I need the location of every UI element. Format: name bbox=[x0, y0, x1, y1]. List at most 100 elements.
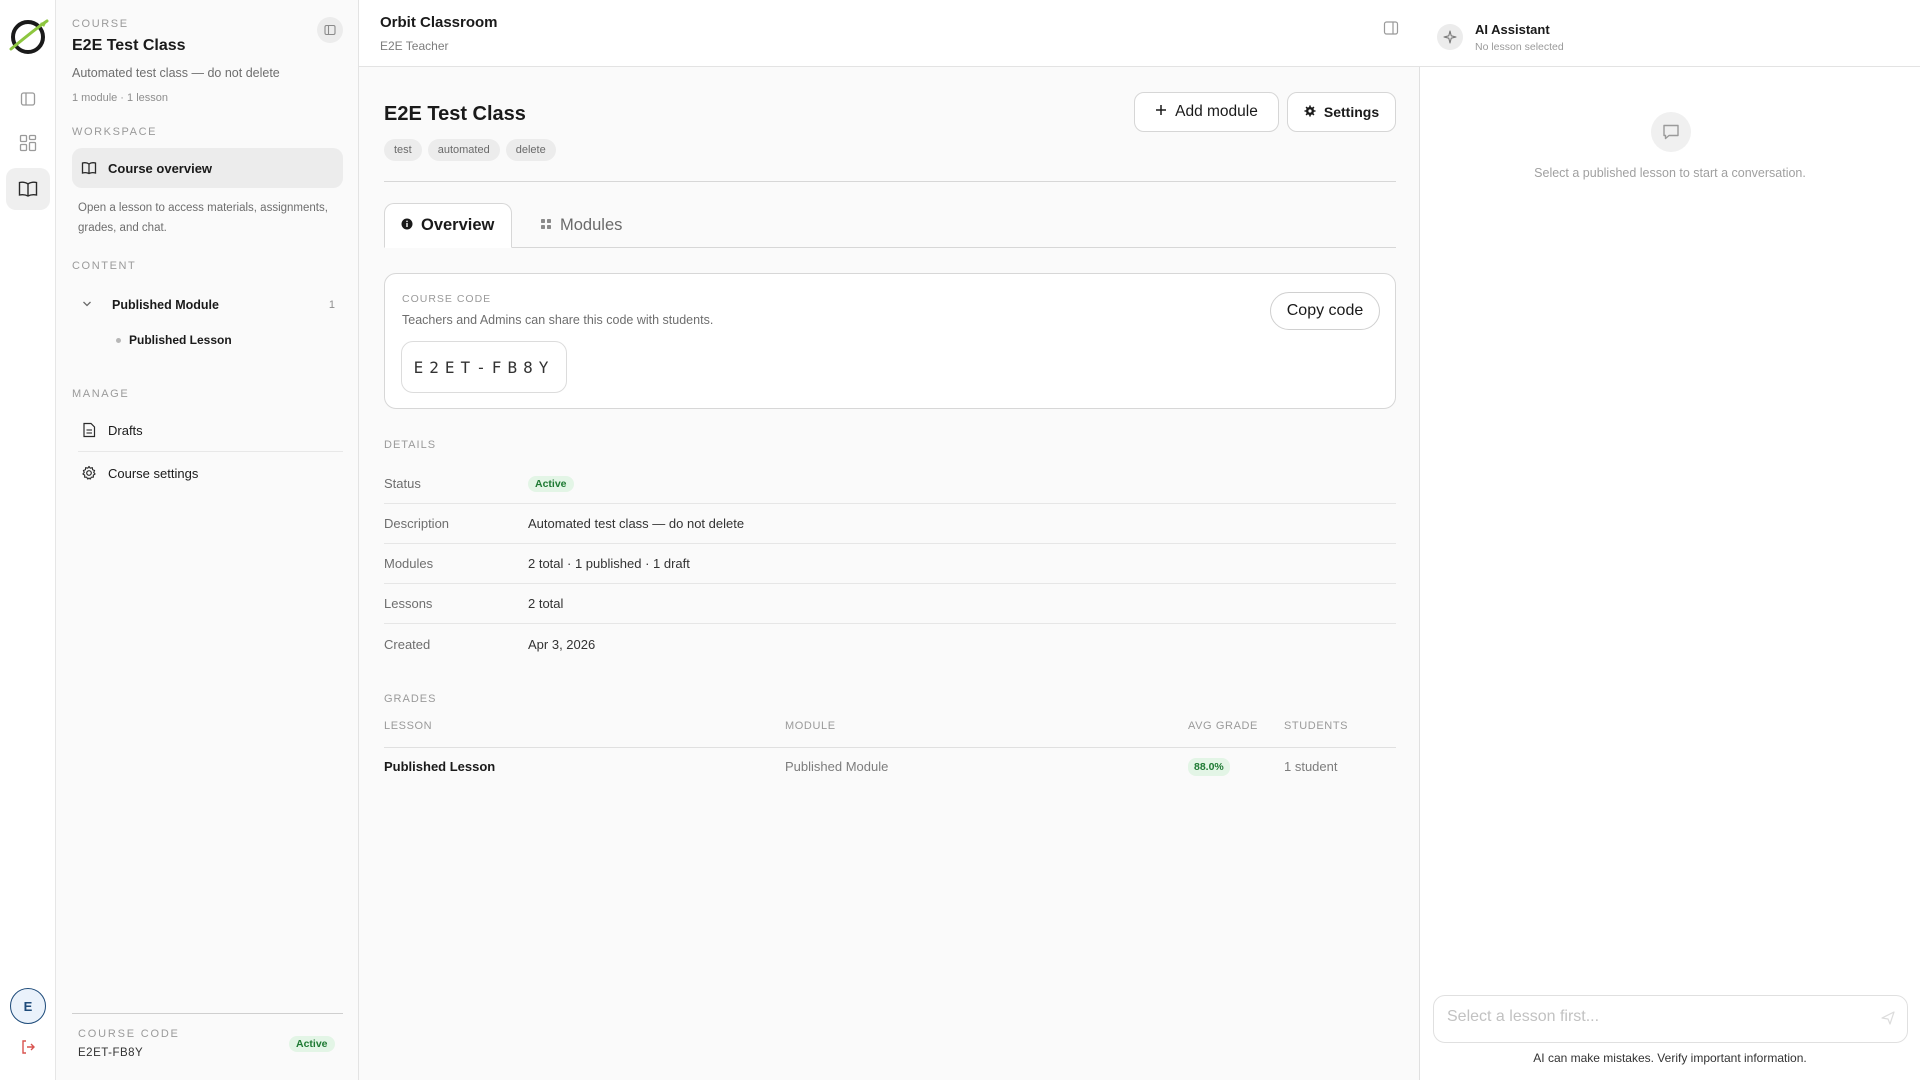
sidebar-item-course-overview[interactable]: Course overview bbox=[72, 148, 343, 188]
chat-input-box bbox=[1433, 995, 1908, 1043]
tag: test bbox=[384, 139, 422, 161]
status-badge: Active bbox=[289, 1036, 335, 1052]
detail-value: Automated test class — do not delete bbox=[528, 516, 745, 531]
bullet-dot-icon bbox=[116, 337, 121, 343]
collapse-sidebar-icon[interactable] bbox=[317, 17, 343, 43]
ai-panel-title: AI Assistant bbox=[1475, 22, 1550, 37]
tab-modules[interactable]: Modules bbox=[524, 203, 638, 248]
lesson-item[interactable]: Published Lesson bbox=[116, 333, 232, 347]
help-text: Open a lesson to access materials, assig… bbox=[78, 202, 328, 234]
courses-book-icon[interactable] bbox=[6, 168, 50, 210]
ai-panel-header: AI Assistant No lesson selected bbox=[1420, 0, 1920, 67]
detail-row-description: Description Automated test class — do no… bbox=[384, 504, 1396, 544]
main-content: Orbit Classroom E2E Teacher E2E Test Cla… bbox=[359, 0, 1420, 1080]
course-code-card: COURSE CODE Teachers and Admins can shar… bbox=[384, 273, 1396, 409]
course-description: Automated test class — do not delete bbox=[72, 66, 280, 80]
grid-icon bbox=[540, 216, 552, 235]
nav-rail: E bbox=[0, 0, 56, 1080]
orbit-logo[interactable] bbox=[7, 15, 49, 57]
lesson-name: Published Lesson bbox=[129, 333, 232, 347]
detail-key: Status bbox=[384, 476, 421, 491]
detail-key: Lessons bbox=[384, 596, 433, 611]
add-module-button[interactable]: Add module bbox=[1134, 92, 1279, 132]
page-title: E2E Test Class bbox=[384, 103, 526, 125]
send-icon[interactable] bbox=[1880, 1010, 1896, 1031]
detail-value: 2 total bbox=[528, 596, 564, 611]
document-icon bbox=[80, 421, 98, 439]
workspace-label: WORKSPACE bbox=[72, 126, 158, 138]
course-sidebar: COURSE E2E Test Class Automated test cla… bbox=[56, 0, 359, 1080]
details-label: DETAILS bbox=[384, 439, 437, 451]
settings-button[interactable]: Settings bbox=[1287, 92, 1396, 132]
sidebar-item-course-settings[interactable]: Course settings bbox=[72, 453, 343, 493]
user-avatar[interactable]: E bbox=[10, 988, 46, 1024]
divider bbox=[72, 1013, 343, 1014]
ai-disclaimer: AI can make mistakes. Verify important i… bbox=[1533, 1051, 1807, 1065]
chevron-down-icon[interactable] bbox=[72, 298, 100, 312]
ai-panel-subtitle: No lesson selected bbox=[1475, 41, 1564, 53]
grade-lesson: Published Lesson bbox=[384, 759, 496, 774]
grade-module: Published Module bbox=[785, 759, 889, 774]
column-header: LESSON bbox=[384, 720, 433, 732]
tag-list: test automated delete bbox=[384, 139, 556, 161]
divider bbox=[78, 451, 343, 452]
book-icon bbox=[80, 159, 98, 177]
grades-table-header: LESSON MODULE AVG GRADE STUDENTS bbox=[384, 720, 1396, 748]
sparkle-icon bbox=[1437, 24, 1463, 50]
tab-label: Modules bbox=[560, 216, 623, 234]
panel-toggle-icon[interactable] bbox=[6, 78, 50, 120]
tag: automated bbox=[427, 139, 500, 161]
detail-key: Description bbox=[384, 516, 450, 531]
chat-input[interactable] bbox=[1447, 1008, 1867, 1026]
footer-course-code-label: COURSE CODE bbox=[78, 1028, 180, 1040]
sidebar-item-label: Course overview bbox=[108, 160, 213, 176]
top-bar: Orbit Classroom E2E Teacher bbox=[359, 0, 1420, 67]
module-name: Published Module bbox=[112, 298, 219, 312]
course-code-value: E2ET-FB8Y bbox=[401, 341, 567, 393]
settings-label: Settings bbox=[1323, 104, 1380, 120]
detail-key: Modules bbox=[384, 556, 434, 571]
dashboard-icon[interactable] bbox=[6, 122, 50, 164]
sidebar-item-drafts[interactable]: Drafts bbox=[72, 410, 343, 450]
user-role: E2E Teacher bbox=[380, 39, 449, 53]
table-row[interactable]: Published Lesson Published Module 88.0% … bbox=[384, 748, 1396, 784]
module-lesson-count: 1 bbox=[328, 299, 335, 311]
tab-label: Overview bbox=[421, 216, 495, 234]
ai-empty-state-text: Select a published lesson to start a con… bbox=[1534, 166, 1806, 180]
chat-bubble-icon bbox=[1651, 112, 1691, 152]
add-module-label: Add module bbox=[1175, 103, 1258, 120]
detail-value: 2 total · 1 published · 1 draft bbox=[528, 556, 690, 571]
course-title: E2E Test Class bbox=[72, 37, 186, 54]
column-header: STUDENTS bbox=[1284, 720, 1349, 732]
detail-row-status: Status Active bbox=[384, 464, 1396, 504]
toggle-ai-panel-icon[interactable] bbox=[1383, 20, 1399, 41]
sidebar-item-label: Drafts bbox=[108, 422, 143, 438]
gear-icon bbox=[80, 464, 98, 482]
avg-grade-badge: 88.0% bbox=[1188, 758, 1230, 776]
copy-code-button[interactable]: Copy code bbox=[1270, 292, 1380, 330]
plus-icon bbox=[1155, 103, 1167, 121]
grades-label: GRADES bbox=[384, 693, 437, 705]
logout-icon[interactable] bbox=[17, 1036, 39, 1058]
ai-assistant-panel: AI Assistant No lesson selected Select a… bbox=[1420, 0, 1920, 1080]
detail-row-modules: Modules 2 total · 1 published · 1 draft bbox=[384, 544, 1396, 584]
divider bbox=[384, 181, 1396, 182]
course-code-label: COURSE CODE bbox=[402, 293, 492, 305]
detail-row-lessons: Lessons 2 total bbox=[384, 584, 1396, 624]
status-badge: Active bbox=[528, 476, 574, 492]
column-header: MODULE bbox=[785, 720, 836, 732]
content-label: CONTENT bbox=[72, 260, 137, 272]
course-label: COURSE bbox=[72, 18, 129, 30]
sidebar-item-label: Course settings bbox=[108, 465, 199, 481]
app-name: Orbit Classroom bbox=[380, 14, 498, 31]
course-code-subtitle: Teachers and Admins can share this code … bbox=[402, 313, 714, 327]
manage-label: MANAGE bbox=[72, 388, 130, 400]
footer-course-code: E2ET-FB8Y bbox=[78, 1047, 144, 1059]
column-header: AVG GRADE bbox=[1188, 720, 1258, 732]
tab-overview[interactable]: Overview bbox=[384, 203, 512, 248]
course-meta: 1 module · 1 lesson bbox=[72, 92, 168, 104]
detail-row-created: Created Apr 3, 2026 bbox=[384, 624, 1396, 664]
detail-key: Created bbox=[384, 636, 431, 652]
gear-icon bbox=[1304, 104, 1316, 120]
module-row[interactable]: Published Module 1 bbox=[72, 292, 343, 318]
